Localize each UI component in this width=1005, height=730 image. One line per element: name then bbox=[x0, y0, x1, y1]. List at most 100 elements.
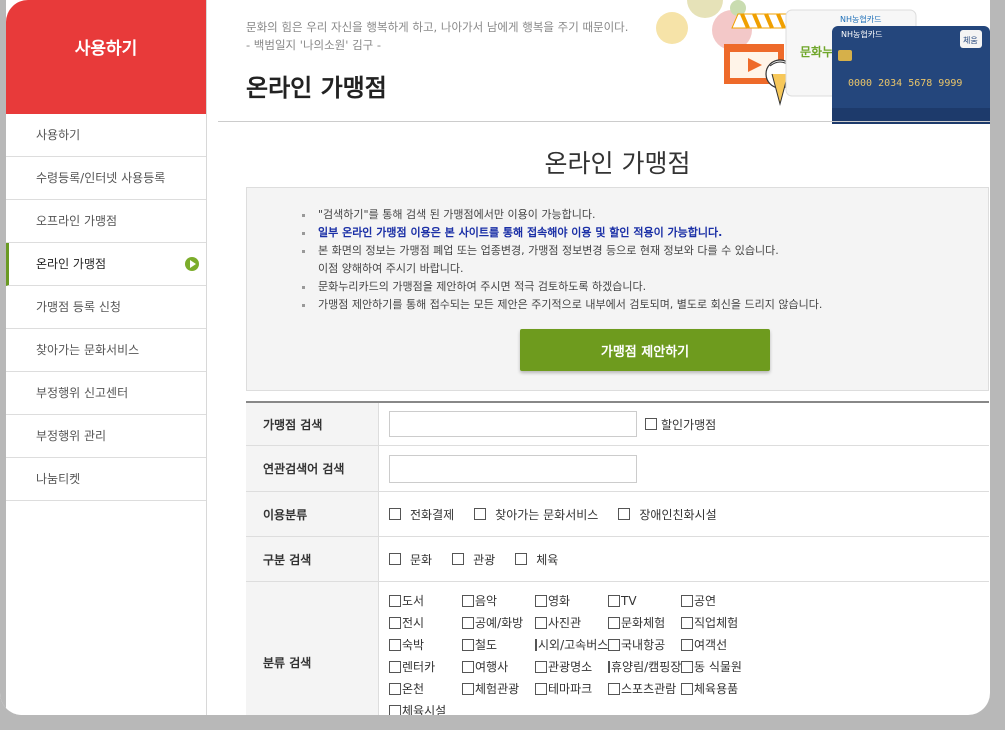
sidebar-item[interactable]: 부정행위 신고센터 bbox=[6, 372, 206, 415]
merchant-search-input[interactable] bbox=[389, 411, 637, 437]
checkbox[interactable] bbox=[462, 660, 474, 673]
checkbox[interactable] bbox=[608, 616, 620, 629]
checkbox[interactable] bbox=[608, 660, 610, 673]
option-item[interactable]: 시외/고속버스 bbox=[535, 636, 608, 653]
checkbox[interactable] bbox=[452, 553, 465, 565]
option-item[interactable]: 관광명소 bbox=[535, 658, 608, 675]
sidebar-item-label: 수령등록/인터넷 사용등록 bbox=[36, 171, 166, 185]
checkbox[interactable] bbox=[389, 660, 401, 673]
notice-item: 이점 양해하여 주시기 바랍니다. bbox=[318, 262, 464, 275]
checkbox[interactable] bbox=[681, 616, 693, 629]
option-label: 여객선 bbox=[694, 638, 728, 652]
checkbox[interactable] bbox=[389, 553, 401, 565]
sidebar-item-label: 나눔티켓 bbox=[36, 472, 81, 486]
checkbox[interactable] bbox=[681, 682, 693, 695]
option-item[interactable]: 찾아가는 문화서비스 bbox=[474, 506, 598, 523]
option-item[interactable]: 전화결제 bbox=[389, 506, 454, 523]
checkbox[interactable] bbox=[681, 660, 693, 673]
option-item[interactable]: 체육용품 bbox=[681, 680, 754, 697]
checkbox[interactable] bbox=[535, 682, 547, 695]
option-label: 체험관광 bbox=[475, 682, 520, 696]
checkbox[interactable] bbox=[462, 682, 474, 695]
related-search-label: 연관검색어 검색 bbox=[246, 446, 379, 491]
option-label: 직업체험 bbox=[694, 616, 739, 630]
checkbox[interactable] bbox=[535, 594, 547, 607]
checkbox[interactable] bbox=[535, 660, 547, 673]
option-item[interactable]: 테마파크 bbox=[535, 680, 608, 697]
checkbox[interactable] bbox=[608, 638, 620, 651]
option-label: 테마파크 bbox=[548, 682, 593, 696]
option-item[interactable]: 장애인친화시설 bbox=[618, 506, 717, 523]
option-item[interactable]: 관광 bbox=[452, 551, 495, 568]
option-item[interactable]: 스포츠관람 bbox=[608, 680, 681, 697]
option-item[interactable]: 체육 bbox=[515, 551, 558, 568]
checkbox[interactable] bbox=[389, 594, 401, 607]
checkbox[interactable] bbox=[389, 682, 401, 695]
option-item[interactable]: TV bbox=[608, 592, 681, 609]
option-item[interactable]: 공연 bbox=[681, 592, 754, 609]
option-label: 공연 bbox=[694, 594, 717, 608]
option-label: 문화체험 bbox=[621, 616, 666, 630]
option-item[interactable]: 철도 bbox=[462, 636, 535, 653]
sidebar-item[interactable]: 찾아가는 문화서비스 bbox=[6, 329, 206, 372]
sidebar-item[interactable]: 사용하기 bbox=[6, 114, 206, 157]
checkbox[interactable] bbox=[618, 508, 631, 520]
option-item[interactable]: 여행사 bbox=[462, 658, 535, 675]
option-item[interactable]: 휴양림/캠핑장 bbox=[608, 658, 681, 675]
usage-label: 이용분류 bbox=[246, 492, 379, 536]
related-search-input[interactable] bbox=[389, 454, 637, 483]
notice-item: 문화누리카드의 가맹점을 제안하여 주시면 적극 검토하도록 하겠습니다. bbox=[302, 278, 822, 296]
checkbox[interactable] bbox=[608, 594, 620, 607]
checkbox[interactable] bbox=[389, 508, 401, 520]
option-item[interactable]: 음악 bbox=[462, 592, 535, 609]
discount-merchant-checkbox[interactable] bbox=[645, 418, 657, 430]
option-item[interactable]: 동 식물원 bbox=[681, 658, 754, 675]
option-item[interactable]: 여객선 bbox=[681, 636, 754, 653]
checkbox[interactable] bbox=[608, 682, 620, 695]
option-item[interactable]: 직업체험 bbox=[681, 614, 754, 631]
sidebar-item[interactable]: 부정행위 관리 bbox=[6, 415, 206, 458]
sidebar-item-label: 부정행위 신고센터 bbox=[36, 386, 129, 400]
sidebar-item-label: 가맹점 등록 신청 bbox=[36, 300, 121, 314]
sidebar-item[interactable]: 온라인 가맹점 bbox=[6, 243, 206, 286]
sidebar-item[interactable]: 오프라인 가맹점 bbox=[6, 200, 206, 243]
checkbox[interactable] bbox=[474, 508, 487, 520]
option-item[interactable]: 사진관 bbox=[535, 614, 608, 631]
option-label: 전화결제 bbox=[410, 507, 455, 522]
quote-source: - 백범일지 '나의소원' 김구 - bbox=[246, 38, 382, 52]
option-label: 렌터카 bbox=[402, 660, 436, 674]
usage-row: 이용분류 전화결제 찾아가는 문화서비스 장애인친화시설 bbox=[246, 492, 989, 537]
option-item[interactable]: 국내항공 bbox=[608, 636, 681, 653]
checkbox[interactable] bbox=[462, 638, 474, 651]
option-item[interactable]: 렌터카 bbox=[389, 658, 462, 675]
checkbox[interactable] bbox=[681, 594, 693, 607]
option-item[interactable]: 전시 bbox=[389, 614, 462, 631]
checkbox[interactable] bbox=[535, 638, 537, 651]
checkbox[interactable] bbox=[389, 616, 401, 629]
sidebar-item[interactable]: 가맹점 등록 신청 bbox=[6, 286, 206, 329]
checkbox[interactable] bbox=[389, 704, 401, 715]
discount-merchant-label: 할인가맹점 bbox=[661, 417, 717, 432]
sidebar-item[interactable]: 수령등록/인터넷 사용등록 bbox=[6, 157, 206, 200]
card-number: 0000 2034 5678 9999 bbox=[848, 78, 962, 89]
option-item[interactable]: 문화체험 bbox=[608, 614, 681, 631]
checkbox[interactable] bbox=[462, 616, 474, 629]
sidebar-menu: 사용하기수령등록/인터넷 사용등록오프라인 가맹점 온라인 가맹점가맹점 등록 신… bbox=[6, 114, 206, 501]
option-item[interactable]: 도서 bbox=[389, 592, 462, 609]
checkbox[interactable] bbox=[681, 638, 693, 651]
option-item[interactable]: 체험관광 bbox=[462, 680, 535, 697]
propose-merchant-button[interactable]: 가맹점 제안하기 bbox=[520, 329, 770, 371]
checkbox[interactable] bbox=[462, 594, 474, 607]
option-item[interactable]: 공예/화방 bbox=[462, 614, 535, 631]
option-item[interactable]: 숙박 bbox=[389, 636, 462, 653]
header-illustration: NH농협카드 문화누리 NH농협카드 체움 0000 2034 5678 999… bbox=[650, 0, 990, 125]
option-item[interactable]: 문화 bbox=[389, 551, 432, 568]
sidebar-item[interactable]: 나눔티켓 bbox=[6, 458, 206, 501]
checkbox[interactable] bbox=[389, 638, 401, 651]
option-item[interactable]: 영화 bbox=[535, 592, 608, 609]
checkbox[interactable] bbox=[515, 553, 528, 565]
option-item[interactable]: 온천 bbox=[389, 680, 462, 697]
checkbox[interactable] bbox=[535, 616, 547, 629]
option-item[interactable]: 체육시설 bbox=[389, 702, 462, 715]
category-grid: 도서 음악 영화 TV 공연전시 공예/화방 사진관 문화체험 직업체험숙박 철도 시외/고속버스 국… bbox=[389, 582, 754, 715]
